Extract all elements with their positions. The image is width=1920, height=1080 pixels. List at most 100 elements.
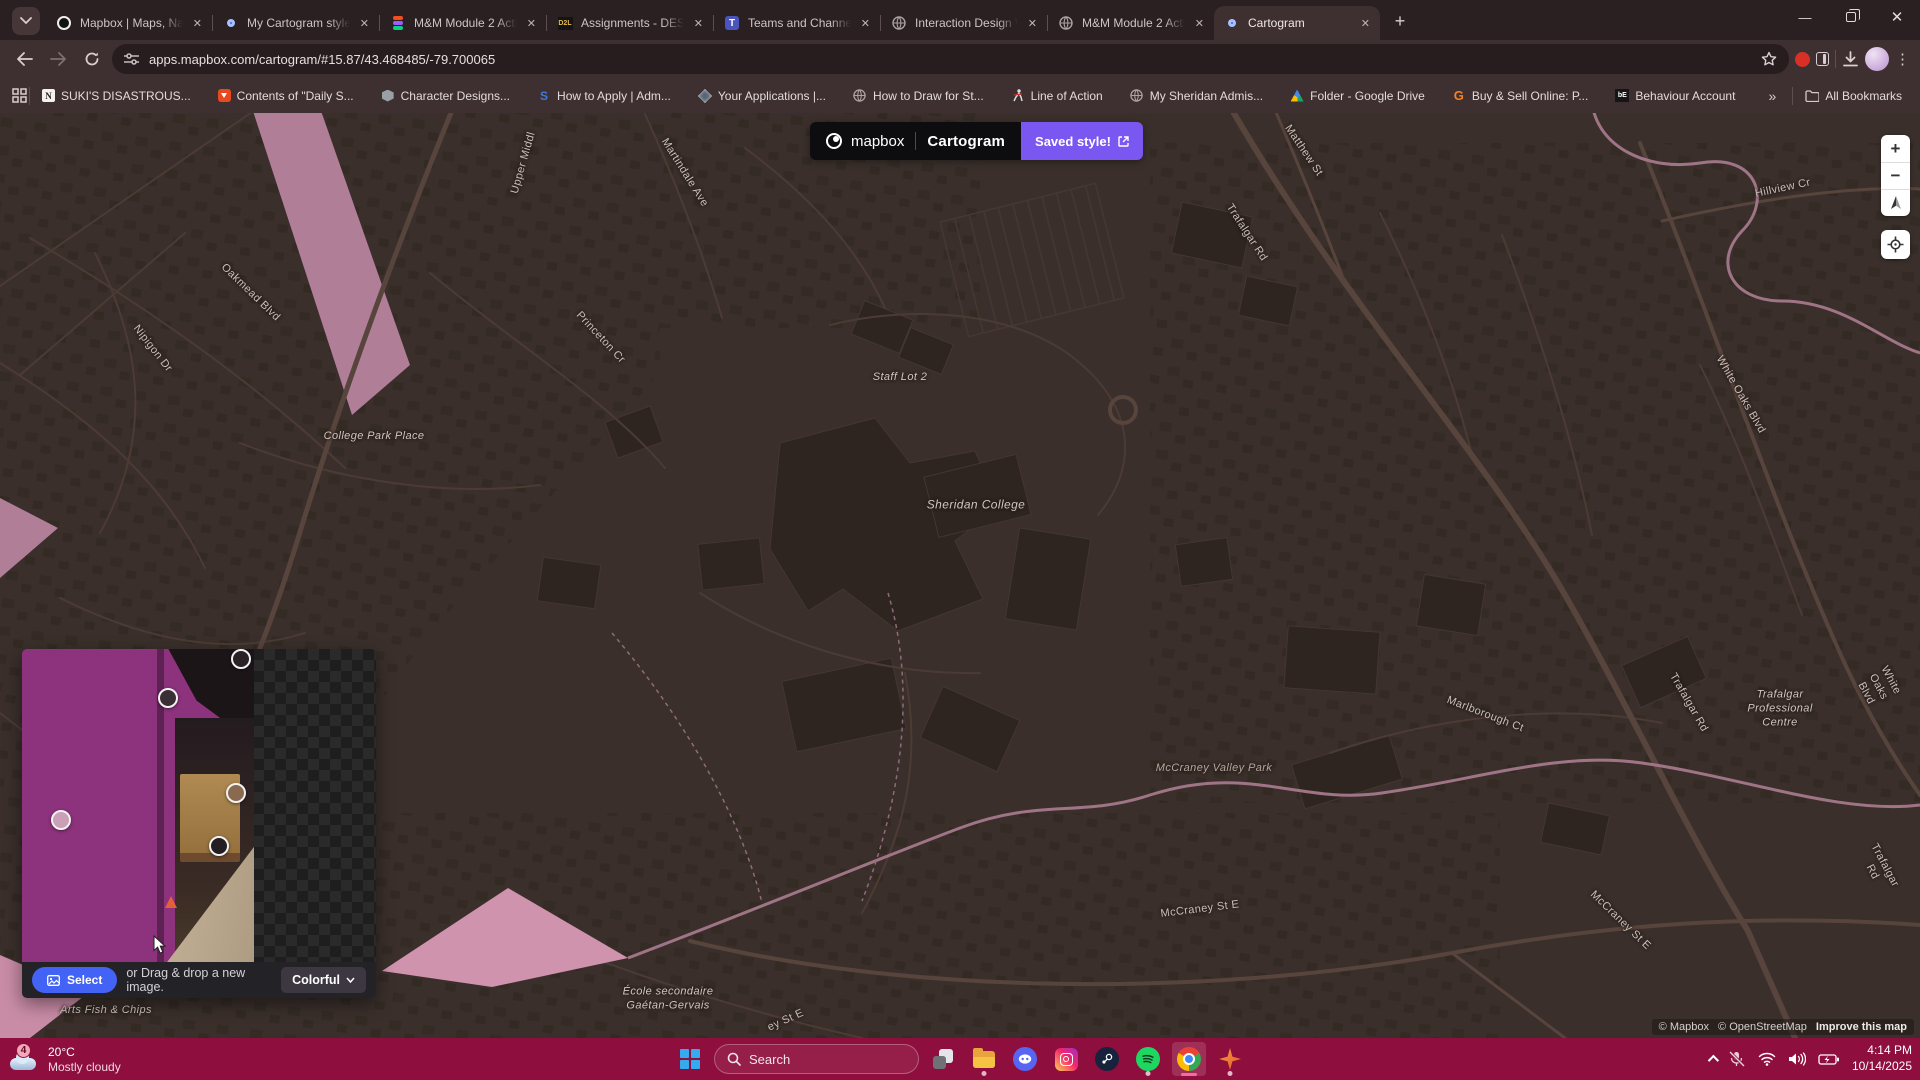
color-sample-point[interactable] [51,810,71,830]
tab-close-icon[interactable]: ✕ [1359,15,1372,32]
cartogram-wordmark: Cartogram [927,133,1005,150]
map-label: McCraney Valley Park [1156,762,1272,776]
weather-widget[interactable]: 4 20°C Mostly cloudy [10,1045,121,1074]
start-button[interactable] [673,1042,707,1076]
geolocate-button[interactable] [1881,230,1910,259]
spark-app-button[interactable] [1213,1042,1247,1076]
attrib-osm-link[interactable]: © OpenStreetMap [1718,1021,1807,1033]
mapbox-favicon-icon [56,15,72,31]
color-sample-point[interactable] [231,649,251,669]
color-sample-point[interactable] [226,783,246,803]
tab-close-icon[interactable]: ✕ [525,15,538,32]
mic-muted-icon[interactable] [1728,1051,1746,1067]
tab-close-icon[interactable]: ✕ [859,15,872,32]
browser-toolbar: apps.mapbox.com/cartogram/#15.87/43.4684… [0,40,1920,78]
folder-icon [1805,89,1819,103]
windows-taskbar: 4 20°C Mostly cloudy Search [0,1038,1920,1080]
compass-button[interactable] [1881,189,1910,216]
globe-icon [1130,89,1144,103]
folder-icon [973,1051,995,1068]
cube-icon [381,89,395,103]
select-image-button[interactable]: Select [32,967,117,993]
file-explorer-button[interactable] [967,1042,1001,1076]
tab-close-icon[interactable]: ✕ [1026,15,1039,32]
wifi-icon[interactable] [1758,1052,1776,1066]
new-tab-button[interactable]: + [1386,7,1414,35]
tab-mm-module[interactable]: M&M Module 2 Activity 1 ✕ [1048,6,1214,40]
task-view-button[interactable] [926,1042,960,1076]
volume-icon[interactable] [1788,1052,1806,1066]
tab-cartogram-style[interactable]: My Cartogram style | Map ✕ [213,6,379,40]
bookmark-behaviour[interactable]: bEBehaviour Account [1615,89,1735,103]
instagram-button[interactable] [1049,1042,1083,1076]
bookmark-line-of-action[interactable]: Line of Action [1011,89,1103,103]
tab-search-button[interactable] [12,7,40,35]
tab-close-icon[interactable]: ✕ [358,15,371,32]
profile-avatar[interactable] [1865,47,1889,71]
style-dropdown[interactable]: Colorful [281,967,366,993]
all-bookmarks-button[interactable]: All Bookmarks [1805,89,1902,103]
taskbar-search[interactable]: Search [714,1044,919,1074]
bookmark-character-designs[interactable]: Character Designs... [381,89,510,103]
notion-icon: N [42,89,55,102]
close-button[interactable]: ✕ [1874,0,1920,34]
tab-close-icon[interactable]: ✕ [191,15,204,32]
bookmark-how-to-apply[interactable]: SHow to Apply | Adm... [537,89,671,103]
map-label: Arts Fish & Chips [60,1004,152,1018]
bookmark-daily[interactable]: Contents of "Daily S... [218,89,354,103]
discord-button[interactable] [1008,1042,1042,1076]
battery-charging-icon[interactable] [1818,1053,1840,1066]
tab-assignments[interactable]: D2L Assignments - DESN2742 ✕ [547,6,713,40]
downloads-icon[interactable] [1842,51,1859,68]
bookmark-buy-sell[interactable]: GBuy & Sell Online: P... [1452,89,1589,103]
tab-label: M&M Module 2 Activity 1 [1082,16,1185,30]
saved-style-button[interactable]: Saved style! [1021,122,1143,160]
tab-label: Mapbox | Maps, Navigatio [80,16,183,30]
apps-grid-icon[interactable] [12,88,27,103]
attrib-improve-link[interactable]: Improve this map [1816,1021,1907,1033]
spotify-button[interactable] [1131,1042,1165,1076]
restore-button[interactable] [1828,0,1874,34]
tray-expand-icon[interactable] [1708,1055,1719,1066]
reload-button[interactable] [78,45,106,73]
be-icon: bE [1615,89,1629,103]
globe-favicon-icon [1058,15,1074,31]
tab-close-icon[interactable]: ✕ [1193,15,1206,32]
tab-teams[interactable]: T Teams and Channels | Gen ✕ [714,6,880,40]
forward-button[interactable] [44,45,72,73]
mapbox-cartogram-brand[interactable]: mapbox Cartogram [810,122,1021,160]
bookmark-suki[interactable]: NSUKI'S DISASTROUS... [42,89,191,103]
zoom-out-button[interactable]: − [1881,162,1910,189]
chrome-icon [1177,1047,1201,1071]
image-dropzone[interactable] [22,649,376,962]
chrome-button[interactable] [1172,1042,1206,1076]
map-canvas[interactable]: Upper Middl Martindale Ave Matthew St Tr… [0,113,1920,1038]
figma-favicon-icon [390,15,406,31]
tab-interaction-design[interactable]: Interaction Design Week 6 ✕ [881,6,1047,40]
bookmark-google-drive[interactable]: Folder - Google Drive [1290,89,1425,103]
bookmark-star-icon[interactable] [1761,51,1777,67]
clock-widget[interactable]: 4:14 PM 10/14/2025 [1852,1043,1912,1074]
bookmark-my-sheridan[interactable]: My Sheridan Admis... [1130,89,1263,103]
back-button[interactable] [10,45,38,73]
extension-adblock-icon[interactable] [1795,52,1810,67]
instagram-icon [1055,1048,1078,1071]
color-sample-point[interactable] [158,688,178,708]
bookmark-your-applications[interactable]: Your Applications |... [698,89,826,103]
menu-kebab-icon[interactable]: ⋮ [1895,50,1910,68]
tab-figma-module[interactable]: M&M Module 2 Activity 1 ✕ [380,6,546,40]
side-panel-icon[interactable] [1816,52,1829,66]
minimize-button[interactable]: — [1782,0,1828,34]
tab-cartogram-active[interactable]: Cartogram ✕ [1214,6,1380,40]
tab-close-icon[interactable]: ✕ [692,15,705,32]
steam-button[interactable] [1090,1042,1124,1076]
search-placeholder: Search [749,1052,790,1067]
crosshair-icon [1887,236,1904,253]
bookmarks-overflow-button[interactable]: » [1769,88,1777,104]
color-sample-point[interactable] [209,836,229,856]
zoom-in-button[interactable]: + [1881,135,1910,162]
bookmark-how-to-draw[interactable]: How to Draw for St... [853,89,984,103]
address-bar[interactable]: apps.mapbox.com/cartogram/#15.87/43.4684… [112,44,1789,74]
tab-mapbox[interactable]: Mapbox | Maps, Navigatio ✕ [46,6,212,40]
attrib-mapbox-link[interactable]: © Mapbox [1659,1021,1709,1033]
